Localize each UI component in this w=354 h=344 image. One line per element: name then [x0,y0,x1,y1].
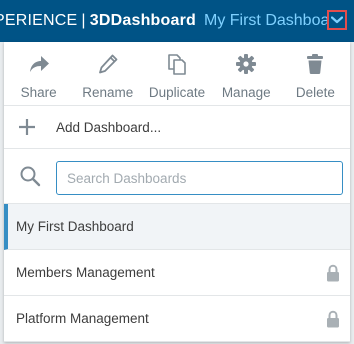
rename-label: Rename [82,85,134,100]
add-dashboard-item[interactable]: Add Dashboard... [4,106,350,149]
dashboard-item-my-first-dashboard[interactable]: My First Dashboard [4,204,350,250]
share-button[interactable]: Share [4,42,73,105]
chevron-down-icon [331,16,343,24]
delete-button[interactable]: Delete [281,42,350,105]
dashboard-item-label: My First Dashboard [16,219,134,234]
manage-button[interactable]: Manage [212,42,281,105]
rename-button[interactable]: Rename [73,42,142,105]
search-row [4,149,350,204]
share-arrow-icon [27,52,51,76]
dashboard-menu-button[interactable] [327,10,347,30]
copy-icon [165,52,189,76]
dashboard-item-platform-management[interactable]: Platform Management [4,296,350,342]
pencil-icon [96,52,120,76]
lock-icon [327,264,339,282]
dashboard-menu-panel: Share Rename Duplicate Manage Delete Add… [4,42,350,342]
app-name: 3DDashboard [89,12,196,29]
add-dashboard-label: Add Dashboard... [56,119,162,135]
top-bar: PERIENCE | 3DDashboard My First Dashboard [0,0,354,42]
brand-prefix: PERIENCE [0,12,78,29]
search-input[interactable] [56,161,343,195]
dashboard-toolbar: Share Rename Duplicate Manage Delete [4,42,350,106]
search-icon [18,164,42,188]
lock-icon [327,310,339,328]
dashboard-item-label: Platform Management [16,311,149,326]
brand-separator: | [81,12,86,29]
gear-icon [234,52,258,76]
share-label: Share [20,85,57,100]
trash-icon [303,52,327,76]
dashboard-item-label: Members Management [16,265,155,280]
dashboard-item-members-management[interactable]: Members Management [4,250,350,296]
plus-icon [16,116,38,138]
delete-label: Delete [295,85,335,100]
manage-label: Manage [221,85,271,100]
dashboard-title[interactable]: My First Dashboard [204,12,344,30]
brand: PERIENCE | 3DDashboard [0,12,196,30]
duplicate-button[interactable]: Duplicate [142,42,211,105]
duplicate-label: Duplicate [148,85,206,100]
